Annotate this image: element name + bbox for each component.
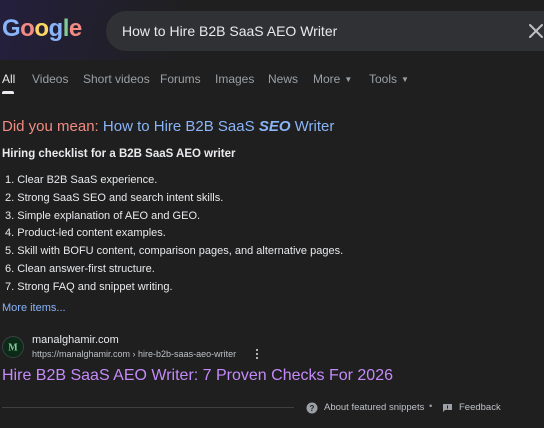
feedback-icon[interactable] bbox=[442, 403, 453, 413]
search-input[interactable]: How to Hire B2B SaaS AEO Writer bbox=[122, 11, 337, 51]
chevron-down-icon: ▼ bbox=[344, 75, 353, 85]
site-favicon[interactable]: M bbox=[2, 336, 24, 358]
tab-tools-label: Tools bbox=[369, 72, 398, 86]
list-item: 4. Product-led content examples. bbox=[5, 227, 166, 240]
tab-videos[interactable]: Videos bbox=[32, 72, 68, 86]
kebab-icon[interactable] bbox=[254, 348, 260, 360]
did-you-mean-label: Did you mean: bbox=[2, 118, 99, 135]
list-item: 3. Simple explanation of AEO and GEO. bbox=[5, 209, 201, 222]
suggestion-text: How to Hire B2B SaaS bbox=[102, 118, 255, 135]
search-tabs: All Videos Short videos Forums Images Ne… bbox=[0, 66, 544, 96]
feedback-link[interactable]: Feedback bbox=[459, 402, 501, 413]
about-featured-snippets-link[interactable]: About featured snippets bbox=[324, 402, 424, 413]
footer-separator: • bbox=[429, 401, 433, 412]
result-title-link[interactable]: Hire B2B SaaS AEO Writer: 7 Proven Check… bbox=[2, 367, 393, 385]
active-tab-indicator bbox=[2, 91, 14, 94]
google-logo[interactable]: Google bbox=[2, 14, 82, 44]
more-items-link[interactable]: More items... bbox=[2, 302, 66, 314]
tab-images[interactable]: Images bbox=[215, 72, 254, 86]
tab-short-videos[interactable]: Short videos bbox=[83, 72, 150, 86]
tab-all[interactable]: All bbox=[2, 72, 15, 86]
tab-news[interactable]: News bbox=[268, 72, 298, 86]
footer-divider bbox=[2, 407, 294, 408]
search-box[interactable]: How to Hire B2B SaaS AEO Writer bbox=[106, 11, 544, 51]
did-you-mean: Did you mean: How to Hire B2B SaaS SEO W… bbox=[2, 118, 334, 135]
top-bar: Google How to Hire B2B SaaS AEO Writer bbox=[0, 0, 544, 60]
snippet-list: 1. Clear B2B SaaS experience. 2. Strong … bbox=[5, 172, 343, 297]
tab-more[interactable]: More ▼ bbox=[313, 72, 352, 86]
question-icon[interactable]: ? bbox=[306, 402, 318, 414]
suggestion-text-end: Writer bbox=[294, 118, 335, 135]
chevron-down-icon: ▼ bbox=[401, 75, 409, 85]
list-item: 7. Strong FAQ and snippet writing. bbox=[5, 280, 173, 293]
close-icon[interactable] bbox=[526, 21, 544, 41]
list-item: 6. Clean answer-first structure. bbox=[5, 262, 155, 275]
tab-tools[interactable]: Tools ▼ bbox=[369, 72, 409, 86]
result-site-name[interactable]: manalghamir.com bbox=[32, 334, 119, 346]
suggestion-correction: SEO bbox=[258, 118, 291, 135]
tab-more-label: More bbox=[313, 72, 341, 86]
tab-forums[interactable]: Forums bbox=[160, 72, 201, 86]
snippet-title: Hiring checklist for a B2B SaaS AEO writ… bbox=[2, 148, 236, 160]
svg-text:?: ? bbox=[310, 404, 315, 413]
favicon-letter: M bbox=[8, 343, 18, 354]
list-item: 2. Strong SaaS SEO and search intent ski… bbox=[5, 191, 224, 204]
did-you-mean-suggestion[interactable]: How to Hire B2B SaaS SEO Writer bbox=[103, 118, 335, 135]
list-item: 1. Clear B2B SaaS experience. bbox=[5, 174, 158, 186]
list-item: 5. Skill with BOFU content, comparison p… bbox=[5, 245, 344, 258]
result-site-url[interactable]: https://manalghamir.com › hire-b2b-saas-… bbox=[32, 349, 236, 359]
